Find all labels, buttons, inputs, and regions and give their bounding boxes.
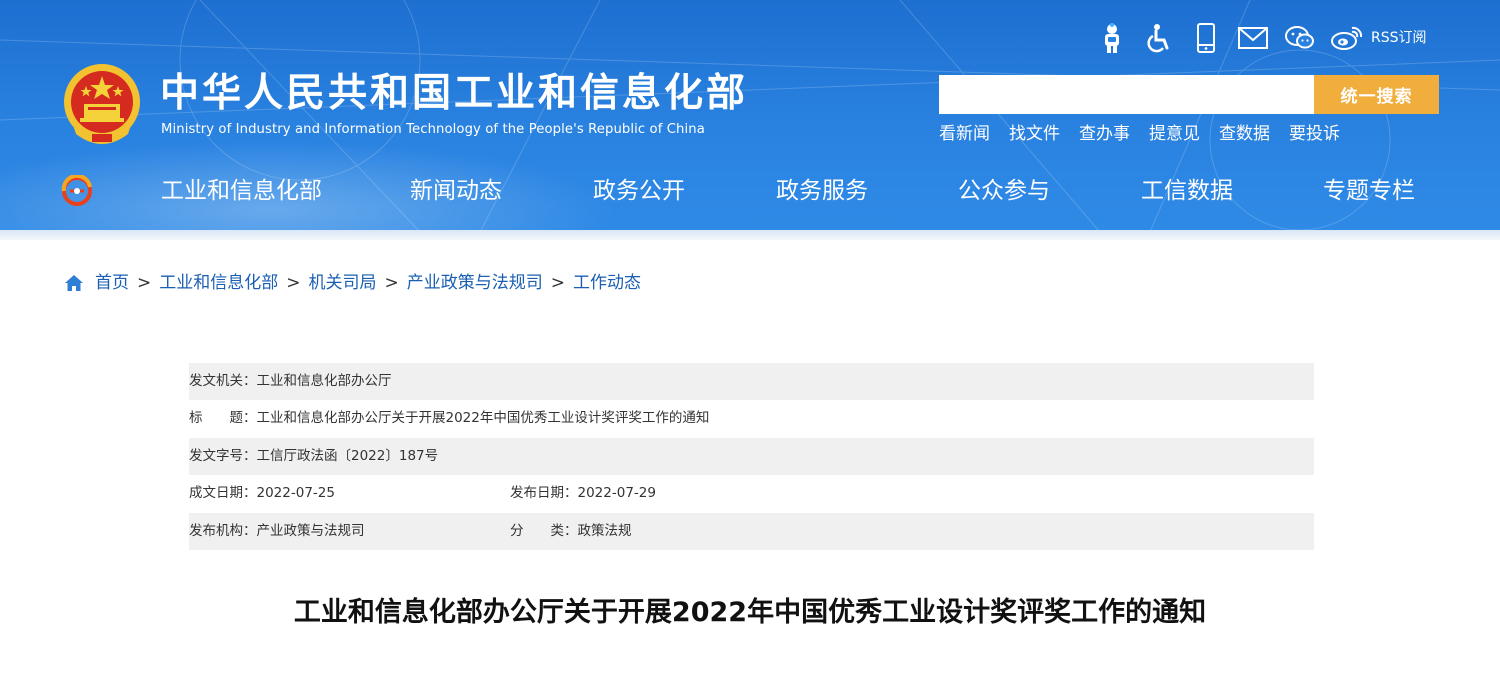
document-info-table: 发文机关：工业和信息化部办公厅 标 题：工业和信息化部办公厅关于开展2022年中…: [189, 363, 1314, 550]
breadcrumb-departments[interactable]: 机关司局: [309, 270, 377, 296]
nav-item-miit-data[interactable]: 工信数据: [1141, 168, 1233, 214]
breadcrumb-separator: >: [384, 273, 399, 293]
mail-icon[interactable]: [1233, 18, 1273, 58]
quick-link-news[interactable]: 看新闻: [939, 121, 990, 147]
breadcrumb: 首页 > 工业和信息化部 > 机关司局 > 产业政策与法规司 > 工作动态: [64, 270, 641, 296]
quick-link-services[interactable]: 查办事: [1079, 121, 1130, 147]
weibo-icon[interactable]: [1327, 18, 1367, 58]
site-title: 中华人民共和国工业和信息化部: [160, 71, 749, 116]
breadcrumb-home[interactable]: 首页: [95, 270, 129, 296]
breadcrumb-separator: >: [550, 273, 565, 293]
nav-item-gov-affairs[interactable]: 政务公开: [593, 168, 685, 214]
doc-number-label: 发文字号：: [189, 447, 257, 464]
main-nav: 工业和信息化部 新闻动态 政务公开 政务服务 公众参与 工信数据 专题专栏: [0, 168, 1500, 214]
nav-item-ministry[interactable]: 工业和信息化部: [161, 168, 322, 214]
category-value: 政策法规: [577, 522, 632, 539]
robot-assistant-icon[interactable]: [1092, 18, 1132, 58]
info-row-issuer: 发文机关：工业和信息化部办公厅: [189, 363, 1314, 401]
publishing-org-value: 产业政策与法规司: [256, 522, 365, 539]
breadcrumb-policy-department[interactable]: 产业政策与法规司: [407, 270, 543, 296]
wechat-icon[interactable]: [1280, 18, 1320, 58]
quick-link-data[interactable]: 查数据: [1219, 121, 1270, 147]
breadcrumb-separator: >: [137, 273, 152, 293]
published-date-label: 发布日期：: [510, 485, 578, 502]
published-date-value: 2022-07-29: [577, 485, 656, 502]
info-row-dates: 成文日期：2022-07-25 发布日期：2022-07-29: [189, 475, 1314, 512]
nav-item-special-topics[interactable]: 专题专栏: [1323, 168, 1415, 214]
created-date-value: 2022-07-25: [256, 485, 335, 502]
title-value: 工业和信息化部办公厅关于开展2022年中国优秀工业设计奖评奖工作的通知: [256, 410, 710, 427]
search-input[interactable]: [939, 75, 1315, 114]
quick-link-feedback[interactable]: 提意见: [1149, 121, 1200, 147]
title-label: 标 题：: [189, 410, 257, 427]
nav-item-gov-services[interactable]: 政务服务: [776, 168, 868, 214]
quick-links: 看新闻 找文件 查办事 提意见 查数据 要投诉: [939, 121, 1359, 147]
publishing-org-label: 发布机构：: [189, 522, 257, 539]
nav-item-public-participation[interactable]: 公众参与: [958, 168, 1050, 214]
quick-link-complaint[interactable]: 要投诉: [1289, 121, 1340, 147]
national-emblem-icon[interactable]: [62, 62, 142, 146]
nav-item-news[interactable]: 新闻动态: [410, 168, 502, 214]
quick-link-files[interactable]: 找文件: [1009, 121, 1060, 147]
home-icon[interactable]: [64, 273, 84, 293]
header-tools: RSS订阅: [1092, 18, 1427, 58]
issuer-label: 发文机关：: [189, 373, 257, 389]
accessibility-icon[interactable]: [1139, 18, 1179, 58]
doc-number-value: 工信厅政法函〔2022〕187号: [256, 447, 439, 464]
site-subtitle: Ministry of Industry and Information Tec…: [161, 122, 705, 137]
breadcrumb-ministry[interactable]: 工业和信息化部: [159, 270, 278, 296]
info-row-doc-number: 发文字号：工信厅政法函〔2022〕187号: [189, 437, 1314, 476]
mobile-phone-icon[interactable]: [1186, 18, 1226, 58]
issuer-value: 工业和信息化部办公厅: [256, 373, 392, 389]
article-title: 工业和信息化部办公厅关于开展2022年中国优秀工业设计奖评奖工作的通知: [293, 597, 1207, 628]
unified-search-button[interactable]: 统一搜索: [1314, 75, 1439, 114]
breadcrumb-work-news[interactable]: 工作动态: [573, 270, 641, 296]
breadcrumb-separator: >: [286, 273, 301, 293]
header-shadow-strip: [0, 230, 1500, 240]
rss-subscribe-link[interactable]: RSS订阅: [1371, 18, 1427, 58]
created-date-label: 成文日期：: [189, 485, 257, 502]
info-row-org-category: 发布机构：产业政策与法规司 分 类：政策法规: [189, 512, 1314, 550]
info-row-title: 标 题：工业和信息化部办公厅关于开展2022年中国优秀工业设计奖评奖工作的通知: [189, 400, 1314, 437]
category-label: 分 类：: [510, 522, 578, 539]
